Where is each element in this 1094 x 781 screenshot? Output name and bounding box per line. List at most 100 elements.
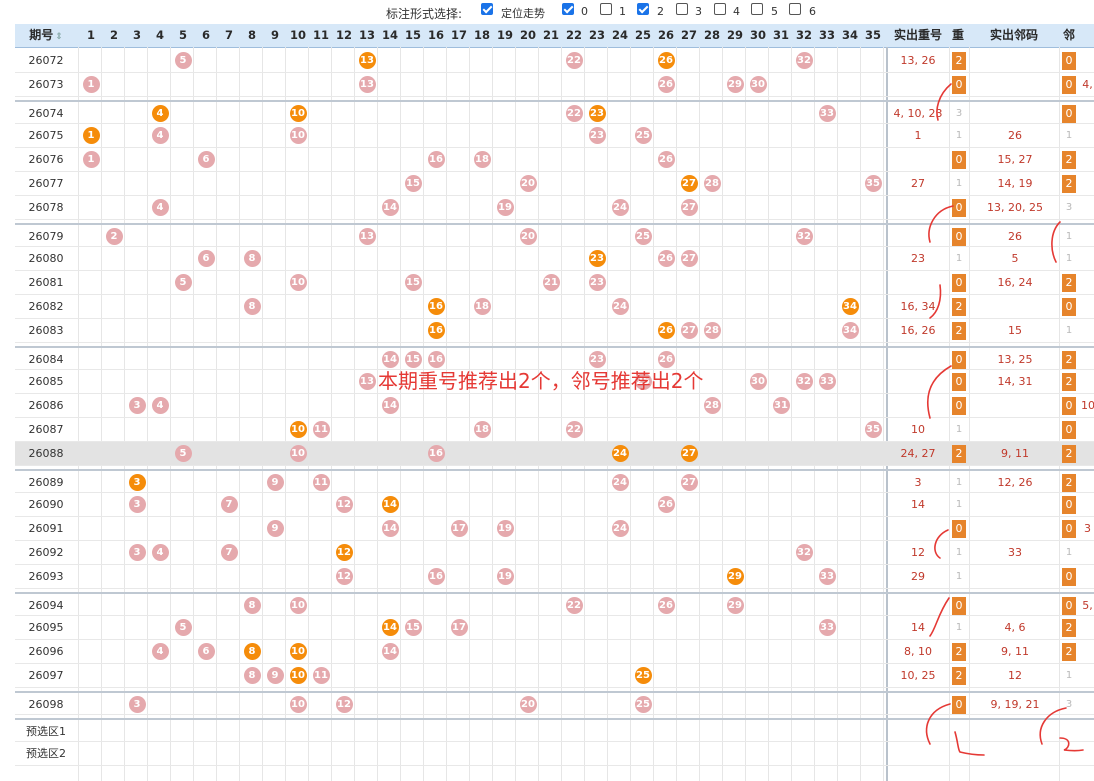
neighbor-count: 3: [1065, 202, 1073, 213]
row-period: 26083: [28, 324, 64, 337]
neighbor-numbers: 9, 11: [1001, 447, 1029, 460]
repeat-numbers: 10, 25: [900, 669, 936, 682]
extra-value: 10: [1081, 399, 1094, 412]
number-ball: 13: [358, 373, 376, 390]
neighbor-count: 0: [1062, 298, 1076, 316]
repeat-numbers: [888, 225, 948, 249]
number-ball: 9: [266, 474, 284, 491]
header-neighbor: 实出邻码: [989, 28, 1038, 42]
checkbox-4-label: 4: [733, 5, 740, 18]
number-ball: 33: [818, 619, 836, 636]
row-period: 26077: [28, 177, 64, 190]
number-ball: 32: [795, 544, 813, 561]
header-repeat: 实出重号: [893, 28, 942, 42]
header-number: 12: [335, 28, 352, 42]
checkbox-4[interactable]: [714, 3, 726, 15]
repeat-numbers: [888, 693, 948, 717]
checkbox-2-label: 2: [657, 5, 664, 18]
neighbor-numbers: 13, 20, 25: [987, 201, 1043, 214]
neighbor-count: 0: [1062, 597, 1076, 615]
checkbox-5[interactable]: [751, 3, 763, 15]
number-ball: 5: [174, 445, 192, 462]
number-ball: 14: [381, 643, 399, 660]
neighbor-numbers: [971, 594, 1059, 618]
neighbor-numbers: 12: [1008, 669, 1022, 682]
repeat-numbers: [888, 148, 948, 172]
neighbor-count: 2: [1062, 474, 1076, 492]
repeat-numbers: 8, 10: [904, 645, 932, 658]
number-ball: 18: [473, 151, 491, 168]
header-number: 34: [841, 28, 858, 42]
number-ball: 9: [266, 520, 284, 537]
repeat-count: 2: [952, 52, 966, 70]
neighbor-count: 1: [1065, 231, 1073, 242]
extra-value: 5,: [1082, 599, 1093, 612]
row-period: 26076: [28, 153, 64, 166]
repeat-count: 1: [955, 547, 963, 558]
neighbor-numbers: 9, 11: [1001, 645, 1029, 658]
table-row: 26098 3 10 12 20 25 0 9, 19, 21 3: [15, 691, 1094, 715]
table-row: 26087 10 11 18 22 35 10 1 0: [15, 418, 1094, 442]
number-ball: 26: [657, 151, 675, 168]
neighbor-count: 0: [1062, 76, 1076, 94]
number-ball: 32: [795, 52, 813, 69]
number-ball: 18: [473, 421, 491, 438]
sort-icon[interactable]: ⇕: [55, 32, 63, 42]
checkbox-1[interactable]: [600, 3, 612, 15]
neighbor-numbers: 14, 19: [997, 177, 1033, 190]
number-ball: 10: [289, 127, 307, 144]
table-row: 26078 4 14 19 24 27 0 13, 20, 25 3: [15, 196, 1094, 220]
number-ball: 20: [519, 228, 537, 245]
header-number: 28: [703, 28, 720, 42]
header-number: 32: [795, 28, 812, 42]
number-ball: 25: [634, 127, 652, 144]
repeat-count: 1: [955, 178, 963, 189]
number-ball: 35: [864, 175, 882, 192]
header-number: 15: [404, 28, 421, 42]
number-ball: 11: [312, 667, 330, 684]
number-ball: 4: [151, 397, 169, 414]
row-period: 26082: [28, 300, 64, 313]
header-number: 20: [519, 28, 536, 42]
number-ball: 26: [657, 52, 675, 69]
number-ball: 15: [404, 619, 422, 636]
row-period: 26097: [28, 669, 64, 682]
number-ball: 17: [450, 619, 468, 636]
header-number: 2: [109, 28, 118, 42]
number-ball: 14: [381, 397, 399, 414]
number-ball: 10: [289, 696, 307, 713]
table-row: 26097 8 9 10 11 25 10, 25 2 12 1: [15, 664, 1094, 688]
checkbox-2[interactable]: [637, 3, 649, 15]
number-ball: 16: [427, 298, 445, 315]
table-row: 26080 6 8 23 26 27 23 1 5 1: [15, 247, 1094, 271]
row-period: 26075: [28, 129, 64, 142]
row-period: 26081: [28, 276, 64, 289]
table-row: 26090 3 7 12 14 26 14 1 0: [15, 493, 1094, 517]
header-number: 7: [224, 28, 233, 42]
checkbox-6[interactable]: [789, 3, 801, 15]
table-row: 26076 1 6 16 18 26 0 15, 27 2: [15, 148, 1094, 172]
neighbor-count: 2: [1062, 643, 1076, 661]
number-ball: 20: [519, 175, 537, 192]
row-period: 26079: [28, 230, 64, 243]
number-ball: 22: [565, 105, 583, 122]
row-period: 26091: [28, 522, 64, 535]
header-period[interactable]: 期号 ⇕: [15, 24, 77, 47]
number-ball: 22: [565, 52, 583, 69]
checkbox-0[interactable]: [562, 3, 574, 15]
checkbox-trend[interactable]: [481, 3, 493, 15]
number-ball: 27: [680, 445, 698, 462]
number-ball: 28: [703, 175, 721, 192]
repeat-numbers: [888, 370, 948, 394]
repeat-numbers: [888, 196, 948, 220]
number-ball: 11: [312, 421, 330, 438]
number-ball: 26: [657, 76, 675, 93]
header-number: 27: [680, 28, 697, 42]
annotation-toolbar: 标注形式选择: 定位走势 0 1 2 3 4 5 6: [0, 0, 1094, 24]
neighbor-numbers: 12, 26: [997, 476, 1033, 489]
number-ball: 4: [151, 127, 169, 144]
checkbox-3[interactable]: [676, 3, 688, 15]
number-ball: 12: [335, 696, 353, 713]
table-row: 26073 1 13 26 29 30 0 0 4,: [15, 73, 1094, 97]
row-period: 26074: [28, 107, 64, 120]
